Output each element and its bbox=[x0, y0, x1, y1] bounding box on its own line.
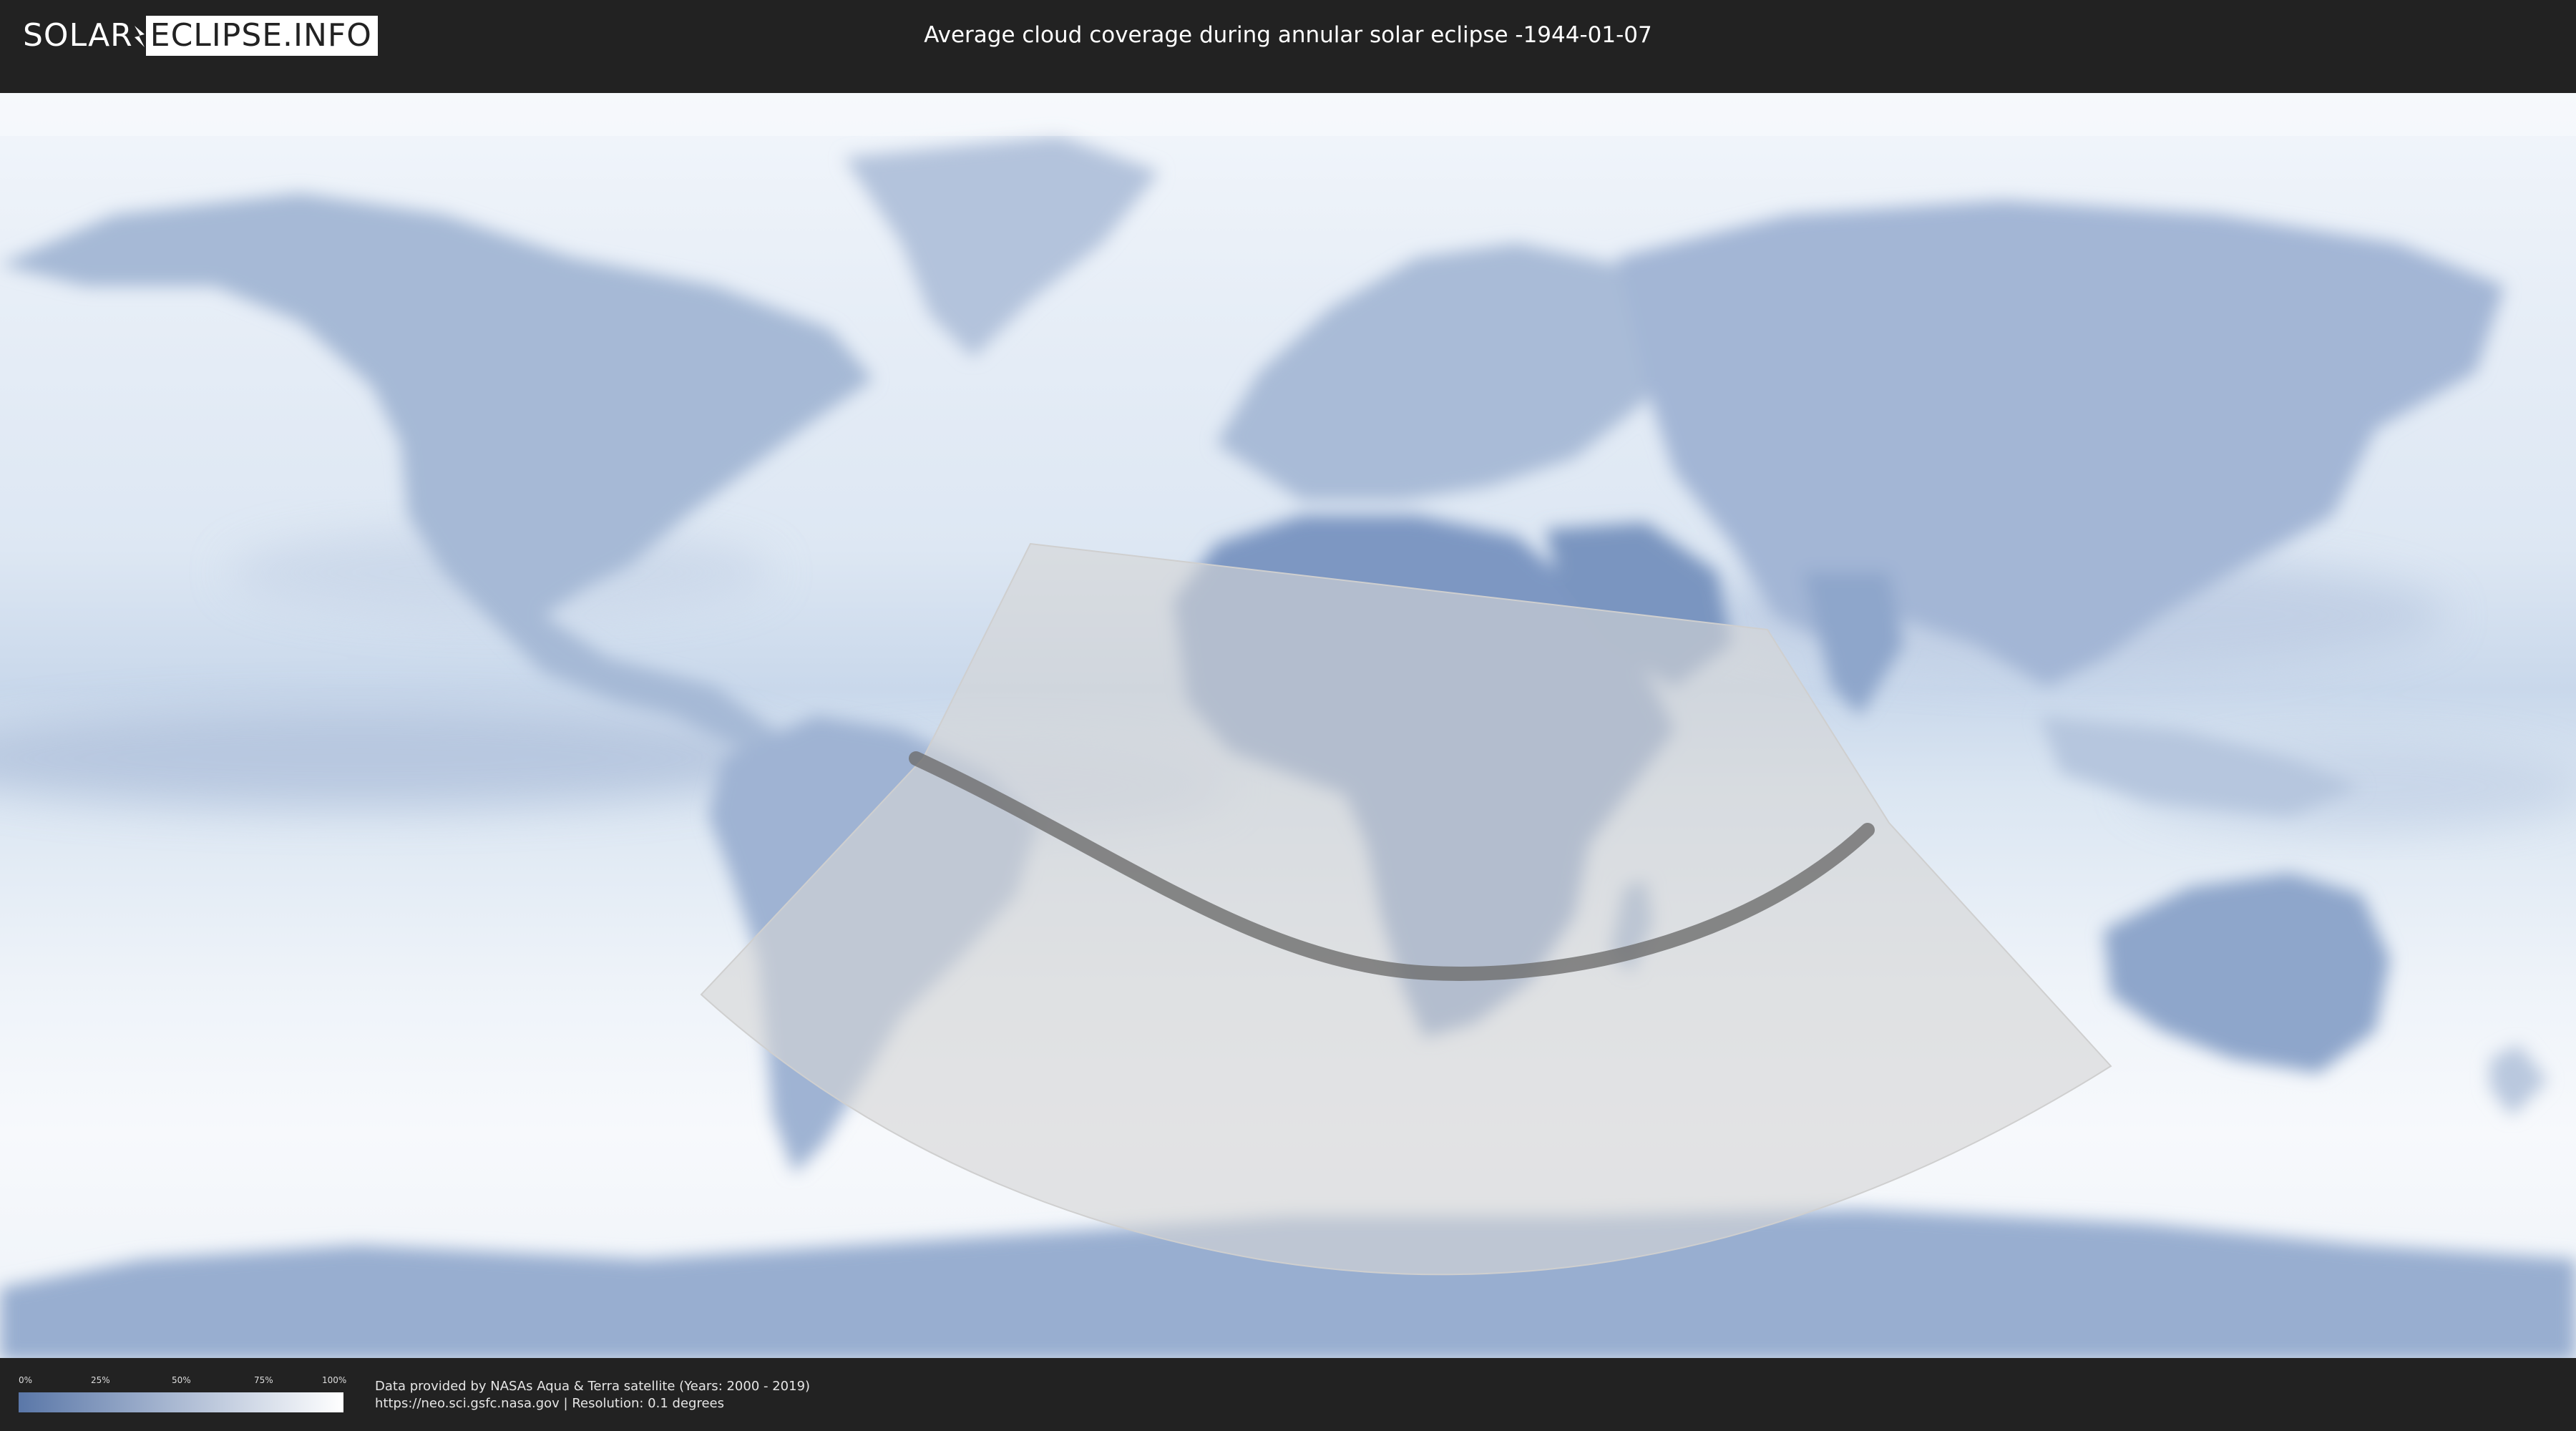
map-top-edge bbox=[0, 72, 2576, 93]
page: SOLAR ECLIPSE.INFO Average cloud coverag… bbox=[0, 0, 2576, 1431]
page-title: Average cloud coverage during annular so… bbox=[924, 22, 1652, 48]
legend-tick-75: 75% bbox=[254, 1375, 273, 1385]
data-source-link[interactable]: https://neo.sci.gsfc.nasa.gov | Resoluti… bbox=[375, 1395, 724, 1412]
world-map bbox=[0, 72, 2576, 1359]
cloud-coverage-legend: 0% 25% 50% 75% 100% bbox=[19, 1375, 347, 1414]
cloud-coverage-map bbox=[0, 72, 2576, 1359]
legend-gradient-bar bbox=[19, 1392, 343, 1412]
legend-tick-50: 50% bbox=[172, 1375, 191, 1385]
legend-tick-0: 0% bbox=[19, 1375, 33, 1385]
header-bar: SOLAR ECLIPSE.INFO Average cloud coverag… bbox=[0, 0, 2576, 72]
polar-haze-north bbox=[0, 93, 2576, 136]
data-credit-line: Data provided by NASAs Aqua & Terra sate… bbox=[375, 1379, 811, 1394]
legend-tick-100: 100% bbox=[322, 1375, 347, 1385]
legend-tick-25: 25% bbox=[91, 1375, 110, 1385]
